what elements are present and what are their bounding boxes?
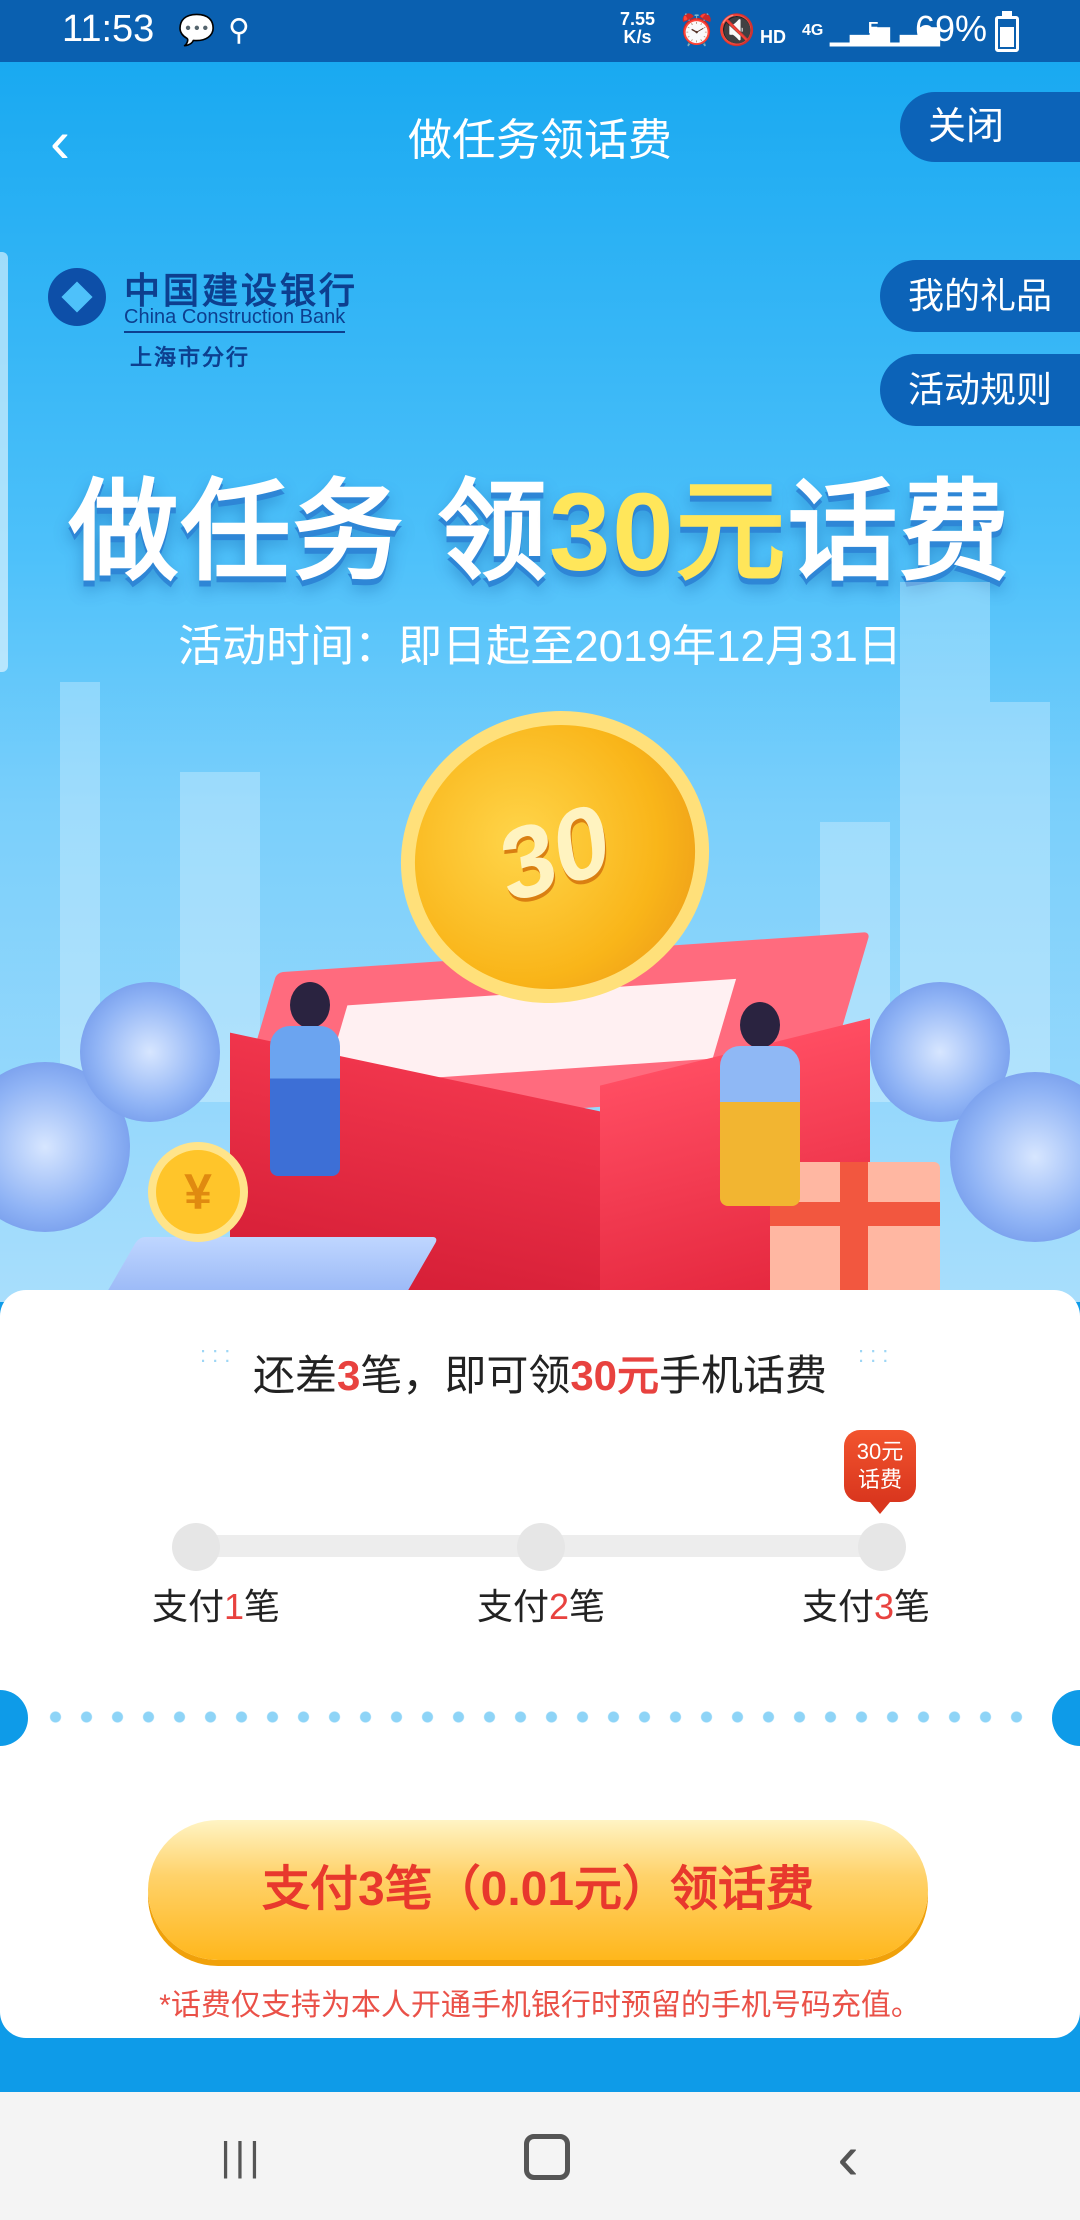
step-suffix: 笔 xyxy=(244,1586,281,1627)
ccb-logo-icon xyxy=(48,268,106,326)
recents-button[interactable]: ||| xyxy=(202,2122,282,2192)
step-num: 2 xyxy=(548,1586,570,1627)
person-body xyxy=(720,1046,800,1206)
step-num: 3 xyxy=(873,1586,895,1627)
remain-mid: 笔，即可领 xyxy=(360,1352,571,1399)
hd-indicator: HD xyxy=(760,27,786,47)
nav-back-button[interactable]: ‹ xyxy=(808,2122,888,2192)
reward-badge-line1: 30元 xyxy=(856,1439,904,1464)
status-time: 11:53 xyxy=(62,8,155,50)
progress-node-2 xyxy=(517,1523,565,1571)
signal-e: E xyxy=(868,20,879,37)
step-prefix: 支付 xyxy=(151,1586,224,1627)
signal-4g: 4G xyxy=(802,22,824,39)
ticket-notch-right xyxy=(1052,1690,1080,1746)
step-prefix: 支付 xyxy=(476,1586,549,1627)
remain-suffix: 手机话费 xyxy=(659,1352,828,1399)
step-label-1: 支付1笔 xyxy=(116,1578,316,1630)
battery-percent: 69% xyxy=(915,8,988,49)
net-speed-unit: K/s xyxy=(623,27,652,47)
remaining-text: 还差3笔，即可领30元手机话费 xyxy=(0,1342,1080,1403)
task-card: ::: ::: 还差3笔，即可领30元手机话费 30元 话费 支付1笔 支付2笔… xyxy=(0,1290,1080,2038)
coin-label: 30 xyxy=(483,782,624,924)
headline: 做任务 领30元话费 xyxy=(0,442,1080,602)
logo-branch: 上海市分行 xyxy=(130,345,251,370)
home-button[interactable] xyxy=(524,2134,570,2180)
recharge-note: *话费仅支持为本人开通手机银行时预留的手机号码充值。 xyxy=(159,1989,921,2022)
reward-badge-line2: 话费 xyxy=(857,1467,902,1492)
reward-badge: 30元 话费 xyxy=(844,1430,916,1514)
message-icon: 💬 xyxy=(178,14,216,47)
progress-node-1 xyxy=(172,1523,220,1571)
headline-part-b: 话费 xyxy=(787,471,1012,594)
my-gifts-button[interactable]: 我的礼品 xyxy=(880,260,1080,332)
pay-to-claim-button[interactable]: 支付3笔（0.01元）领话费 xyxy=(148,1820,928,1960)
step-label-2: 支付2笔 xyxy=(441,1578,641,1630)
notification-icon: ⚲ xyxy=(228,14,250,47)
headline-part-a: 做任务 领 xyxy=(68,471,550,594)
ticket-notch-left xyxy=(0,1690,28,1746)
remain-count: 3 xyxy=(336,1352,361,1399)
activity-rules-button[interactable]: 活动规则 xyxy=(880,354,1080,426)
battery-icon xyxy=(995,11,1019,52)
megaphone-icon xyxy=(80,982,220,1122)
step-label-3: 支付3笔 xyxy=(766,1578,966,1630)
close-button[interactable]: 关闭 xyxy=(900,92,1080,162)
banner: ‹ 做任务领话费 关闭 我的礼品 活动规则 中国建设银行 China Const… xyxy=(0,62,1080,1302)
person-body xyxy=(270,1026,340,1176)
step-suffix: 笔 xyxy=(894,1586,931,1627)
logo-en-name: China Construction Bank xyxy=(124,306,346,333)
alarm-icon: ⏰ xyxy=(678,14,716,47)
person-head xyxy=(740,1002,780,1048)
status-bar: 11:53 💬 ⚲ 7.55 K/s ⏰ 🔇 HD 4G ▁▃▅ E ▁▃▅ 6… xyxy=(0,0,1080,62)
net-speed-value: 7.55 xyxy=(620,9,656,29)
mute-icon: 🔇 xyxy=(718,14,756,47)
remain-prefix: 还差 xyxy=(252,1352,337,1399)
system-nav-bar: ||| ‹ xyxy=(0,2092,1080,2220)
step-suffix: 笔 xyxy=(569,1586,606,1627)
yuan-coin-icon: ¥ xyxy=(148,1142,248,1242)
dotted-divider xyxy=(40,1710,1040,1724)
remain-amount: 30元 xyxy=(570,1352,660,1399)
step-num: 1 xyxy=(223,1586,245,1627)
headline-accent: 30元 xyxy=(549,471,788,594)
step-prefix: 支付 xyxy=(801,1586,874,1627)
net-speed: 7.55 K/s xyxy=(620,10,655,46)
person-head xyxy=(290,982,330,1028)
progress-node-3 xyxy=(858,1523,906,1571)
